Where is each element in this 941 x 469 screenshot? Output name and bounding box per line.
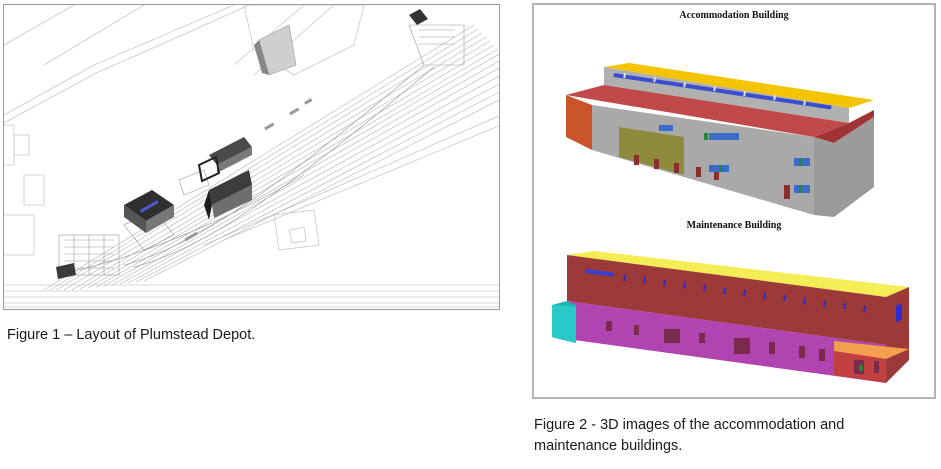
figure-1-caption: Figure 1 – Layout of Plumstead Depot.	[7, 327, 256, 343]
buildings-3d-render	[552, 63, 909, 383]
site-layout-figure	[3, 4, 500, 310]
figure-2-caption: Figure 2 - 3D images of the accommodatio…	[534, 417, 845, 454]
maintenance-building-3d	[552, 251, 909, 383]
buildings-3d-figure: Accommodation Building Maintenance Build…	[532, 3, 936, 399]
site-layout-drawing	[4, 5, 499, 308]
accommodation-building-3d	[566, 63, 874, 217]
accommodation-building-plan	[124, 190, 174, 233]
